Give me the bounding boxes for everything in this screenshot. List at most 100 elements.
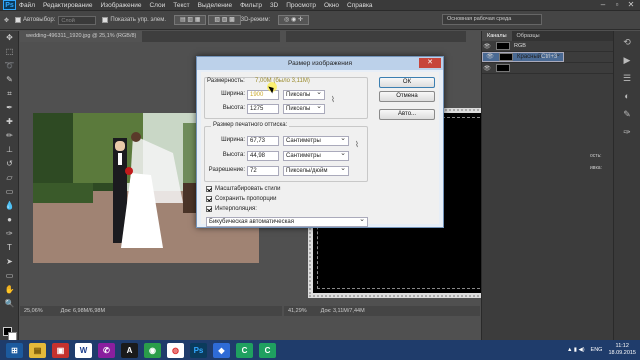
channel-row[interactable]: 👁 Красный Ctrl+3 (482, 51, 565, 62)
eye-icon[interactable]: 👁 (482, 43, 492, 50)
height-unit-select[interactable]: Пикселы (283, 103, 325, 114)
cancel-button[interactable]: Отмена (379, 91, 435, 102)
language-indicator[interactable]: ENG (591, 347, 603, 353)
shape-icon[interactable]: ▭ (3, 270, 16, 281)
type-icon[interactable]: T (3, 242, 16, 253)
autoselect-option[interactable]: Автовыбор: Слой (15, 15, 97, 25)
menu-window[interactable]: Окно (324, 2, 339, 9)
pixel-dims-label: Размерность: (207, 78, 245, 84)
scale-styles-row[interactable]: Масштабировать стили (206, 186, 281, 192)
close-icon[interactable]: ✕ (624, 0, 638, 10)
healing-icon[interactable]: ✚ (3, 116, 16, 127)
dialog-close-button[interactable]: ✕ (419, 58, 441, 68)
keep-proportions-checkbox[interactable] (206, 196, 212, 202)
print-height-unit-select[interactable]: Сантиметры (283, 150, 349, 161)
camtasia-icon[interactable]: C (236, 342, 253, 358)
brush-presets-icon[interactable]: ✎ (619, 107, 635, 121)
clock[interactable]: 11:12 18.09.2015 (608, 343, 636, 357)
move-icon[interactable]: ✥ (3, 32, 16, 43)
chrome-icon[interactable]: ◍ (167, 342, 184, 358)
marquee-icon[interactable]: ⬚ (3, 46, 16, 57)
menu-type[interactable]: Текст (173, 2, 189, 9)
print-width-input[interactable]: 67,73 (247, 136, 279, 146)
doc1-tabbar: wedding-496311_1920.jpg @ 25,1% (RGB/8) (20, 31, 280, 42)
tab-swatches[interactable]: Образцы (512, 31, 545, 41)
pen-icon[interactable]: ✑ (3, 228, 16, 239)
viber-icon[interactable]: ✆ (98, 342, 115, 358)
show-controls-checkbox[interactable] (102, 17, 109, 23)
width-unit-select[interactable]: Пикселы (283, 89, 325, 100)
app-icon[interactable]: ▣ (52, 342, 69, 358)
show-controls-option[interactable]: Показать упр. элем. (102, 17, 166, 23)
crop-icon[interactable]: ⌗ (3, 88, 16, 99)
eye-icon[interactable]: 👁 (482, 65, 492, 72)
ok-button[interactable]: ОК (379, 77, 435, 88)
doc2-tabbar (286, 31, 466, 42)
mode-3d-buttons[interactable]: ◎ ◉ ✛ (278, 15, 310, 25)
resolution-unit-select[interactable]: Пикселы/дюйм (283, 165, 349, 176)
menu-edit[interactable]: Редактирование (43, 2, 93, 9)
gradient-icon[interactable]: ▭ (3, 186, 16, 197)
align-buttons[interactable]: ▤ ▥ ▦ (174, 15, 207, 25)
menu-file[interactable]: Файл (19, 2, 35, 9)
autoselect-checkbox[interactable] (15, 17, 22, 23)
adjustments-icon[interactable]: ◐ (619, 89, 635, 103)
menu-layers[interactable]: Слои (149, 2, 165, 9)
app-icon[interactable]: ◆ (213, 342, 230, 358)
doc1-tab[interactable]: wedding-496311_1920.jpg @ 25,1% (RGB/8) (20, 31, 143, 42)
tab-channels[interactable]: Каналы (482, 31, 512, 41)
app-icon[interactable]: ◉ (144, 342, 161, 358)
print-width-unit-select[interactable]: Сантиметры (283, 135, 349, 146)
path-select-icon[interactable]: ➤ (3, 256, 16, 267)
menu-select[interactable]: Выделение (198, 2, 232, 9)
photoshop-taskbar-icon[interactable]: Ps (190, 342, 207, 358)
menu-help[interactable]: Справка (347, 2, 373, 9)
zoom-icon[interactable]: 🔍 (3, 298, 16, 309)
menu-filter[interactable]: Фильтр (240, 2, 262, 9)
keep-proportions-row[interactable]: Сохранить пропорции (206, 196, 276, 202)
properties-icon[interactable]: ☰ (619, 71, 635, 85)
menu-view[interactable]: Просмотр (286, 2, 316, 9)
eyedropper-icon[interactable]: ✒ (3, 102, 16, 113)
eye-icon[interactable]: 👁 (485, 53, 495, 61)
interpolation-checkbox[interactable] (206, 206, 212, 212)
app-icon[interactable]: A (121, 342, 138, 358)
paths-icon[interactable]: ✑ (619, 125, 635, 139)
maximize-icon[interactable]: ▫ (610, 0, 624, 10)
hand-icon[interactable]: ✋ (3, 284, 16, 295)
app-icon[interactable]: C (259, 342, 276, 358)
lasso-icon[interactable]: ➰ (3, 60, 16, 71)
autoselect-select[interactable]: Слой (58, 15, 97, 25)
move-tool-icon[interactable]: ✥ (4, 17, 9, 24)
print-height-input[interactable]: 44,98 (247, 151, 279, 161)
explorer-icon[interactable]: ▤ (29, 342, 46, 358)
doc2-zoom[interactable]: 41,29% (288, 306, 307, 316)
minimize-icon[interactable]: – (596, 0, 610, 10)
doc1-zoom[interactable]: 25,06% (24, 306, 43, 316)
background-color[interactable] (8, 332, 17, 340)
eraser-icon[interactable]: ▱ (3, 172, 16, 183)
blur-icon[interactable]: 💧 (3, 200, 16, 211)
quick-select-icon[interactable]: ✎ (3, 74, 16, 85)
resolution-input[interactable]: 72 (247, 166, 279, 176)
word-icon[interactable]: W (75, 342, 92, 358)
interpolation-select[interactable]: Бикубическая автоматическая (206, 216, 368, 227)
actions-icon[interactable]: ▶ (619, 53, 635, 67)
stamp-icon[interactable]: ⊥ (3, 144, 16, 155)
tray-icons[interactable]: ▲ ▮ ◀) (567, 347, 585, 353)
resolution-label: Разрешение: (208, 167, 245, 173)
auto-button[interactable]: Авто... (379, 109, 435, 120)
distribute-buttons[interactable]: ▧ ▨ ▩ (208, 15, 241, 25)
workspace-select[interactable]: Основная рабочая среда (442, 14, 542, 25)
scale-styles-checkbox[interactable] (206, 186, 212, 192)
menu-3d[interactable]: 3D (270, 2, 278, 9)
height-input[interactable]: 1275 (247, 104, 279, 114)
dialog-body: Размерность: 7,00M (было 3,11M) Ширина: … (201, 72, 439, 227)
start-icon[interactable]: ⊞ (6, 342, 23, 358)
brush-icon[interactable]: ✏ (3, 130, 16, 141)
history-icon[interactable]: ⟲ (619, 35, 635, 49)
history-brush-icon[interactable]: ↺ (3, 158, 16, 169)
dodge-icon[interactable]: ● (3, 214, 16, 225)
interpolation-row[interactable]: Интерполяция: (206, 206, 257, 212)
menu-image[interactable]: Изображение (101, 2, 142, 9)
